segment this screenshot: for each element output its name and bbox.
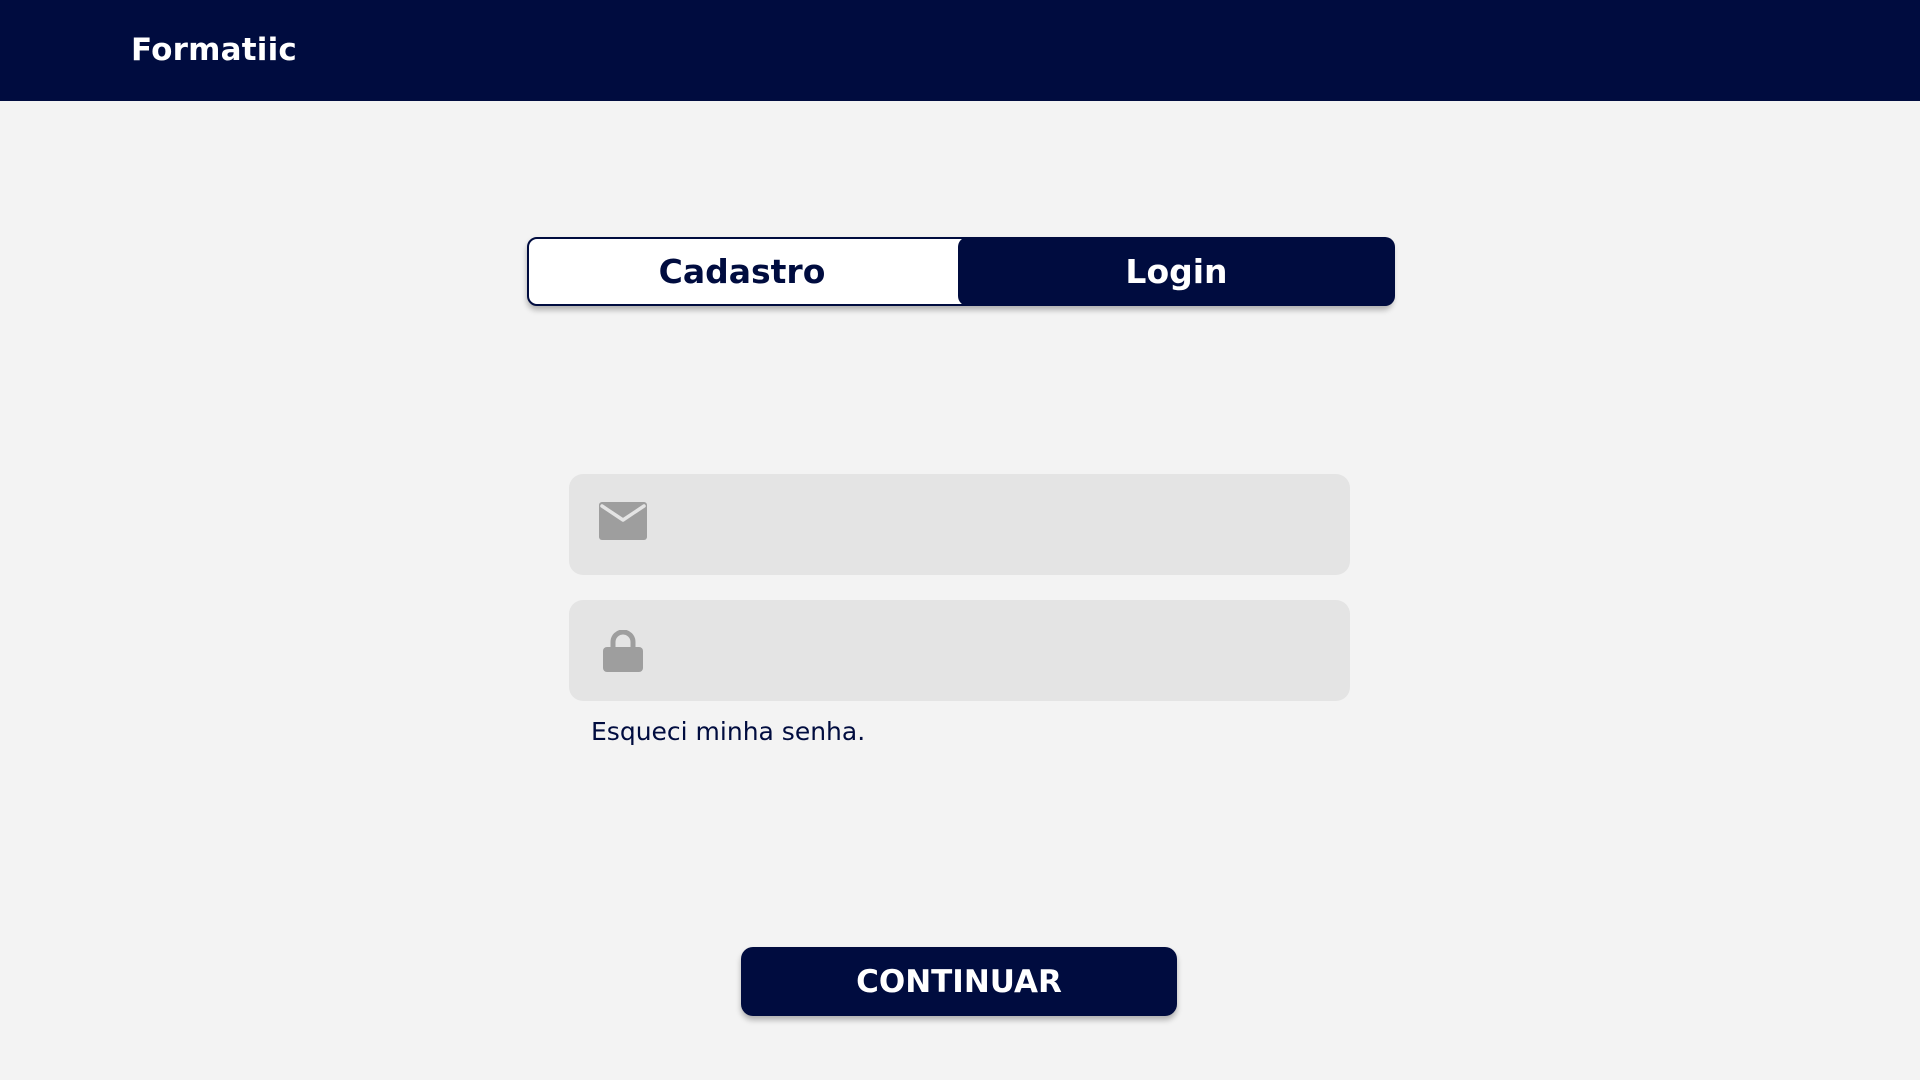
mail-icon	[599, 502, 647, 540]
email-field[interactable]	[569, 474, 1350, 577]
tab-cadastro[interactable]: Cadastro	[527, 237, 957, 306]
password-input[interactable]	[661, 600, 1335, 703]
tab-login[interactable]: Login	[958, 237, 1395, 306]
email-input[interactable]	[661, 474, 1335, 577]
forgot-password-link[interactable]: Esqueci minha senha.	[591, 716, 865, 748]
continue-button[interactable]: CONTINUAR	[741, 947, 1177, 1016]
brand-logo: Formatiic	[131, 32, 297, 68]
auth-tab-switcher: Cadastro Login	[527, 237, 1395, 306]
password-field[interactable]	[569, 600, 1350, 703]
lock-icon	[603, 630, 643, 672]
top-bar: Formatiic	[0, 0, 1920, 101]
